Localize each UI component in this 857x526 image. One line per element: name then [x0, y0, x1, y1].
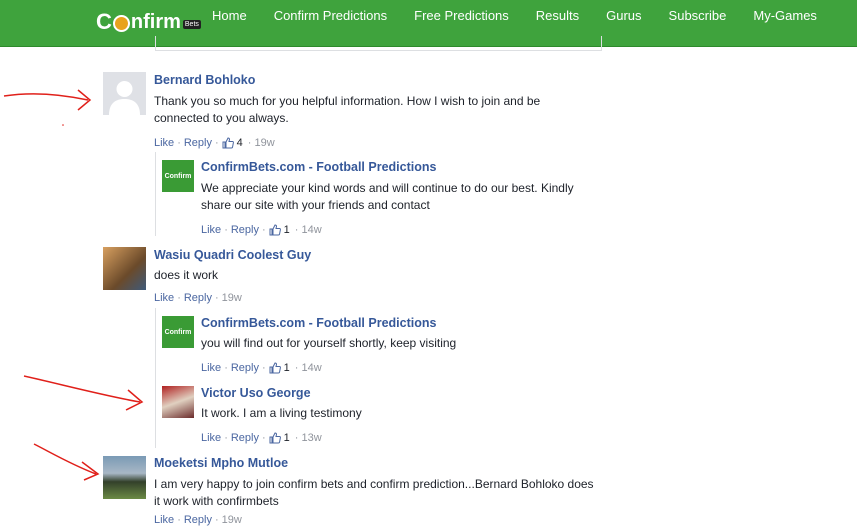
comment-actions: Like · Reply · 1 · 13w	[201, 432, 322, 444]
reply-link[interactable]: Reply	[231, 224, 259, 236]
thumbs-up-icon	[269, 362, 281, 374]
avatar[interactable]: Confirm	[162, 160, 194, 192]
comment-text: you will find out for yourself shortly, …	[201, 336, 457, 350]
reply-link[interactable]: Reply	[231, 432, 259, 444]
timestamp: 19w	[221, 292, 242, 304]
comment-box-edge	[155, 36, 602, 51]
main-menu: Home Confirm Predictions Free Prediction…	[212, 0, 844, 34]
thumbs-up-icon	[269, 432, 281, 444]
like-link[interactable]: Like	[201, 224, 221, 236]
nav-gurus[interactable]: Gurus	[606, 0, 641, 34]
comment-text: Thank you so much for you helpful inform…	[154, 94, 541, 125]
reply-thread-line	[155, 308, 156, 448]
annotation-arrow	[33, 443, 100, 481]
site-logo[interactable]: Cnfirm Bets	[96, 9, 201, 34]
comment-actions: Like · Reply · 1 · 14w	[201, 224, 322, 236]
avatar[interactable]	[103, 456, 146, 499]
nav-results[interactable]: Results	[536, 0, 579, 34]
reply-link[interactable]: Reply	[231, 362, 259, 374]
like-link[interactable]: Like	[154, 292, 174, 304]
reply-link[interactable]: Reply	[184, 514, 212, 526]
like-count: 1	[283, 432, 290, 444]
comment-text: It work. I am a living testimony	[201, 406, 362, 420]
timestamp: 14w	[301, 224, 322, 236]
comment-text: I am very happy to join confirm bets and…	[154, 477, 594, 508]
logo-letter: C	[96, 9, 112, 34]
timestamp: 13w	[301, 432, 322, 444]
comment-actions: Like · Reply · 4 · 19w	[154, 137, 275, 149]
comment-author[interactable]: ConfirmBets.com - Football Predictions	[201, 316, 436, 330]
avatar[interactable]	[103, 247, 146, 290]
nav-my-games[interactable]: My-Games	[753, 0, 817, 34]
reply-thread-line	[155, 152, 156, 236]
timestamp: 19w	[221, 514, 242, 526]
nav-subscribe[interactable]: Subscribe	[669, 0, 727, 34]
avatar[interactable]: Confirm	[162, 316, 194, 348]
logo-text: nfirm	[130, 10, 181, 33]
like-count: 1	[283, 224, 290, 236]
comment-author[interactable]: Wasiu Quadri Coolest Guy	[154, 248, 311, 262]
comment-author[interactable]: Moeketsi Mpho Mutloe	[154, 456, 288, 470]
comment-actions: Like · Reply · 19w	[154, 292, 242, 304]
annotation-arrow	[3, 89, 92, 126]
nav-home[interactable]: Home	[212, 0, 247, 34]
comment-actions: Like · Reply · 1 · 14w	[201, 362, 322, 374]
default-user-icon	[103, 72, 146, 115]
comment-text: does it work	[154, 268, 219, 282]
nav-confirm-predictions[interactable]: Confirm Predictions	[274, 0, 387, 34]
thumbs-up-icon	[222, 137, 234, 149]
logo-tag: Bets	[182, 19, 201, 29]
comment-author[interactable]: Bernard Bohloko	[154, 73, 255, 87]
comment-text: We appreciate your kind words and will c…	[201, 181, 574, 212]
reply-link[interactable]: Reply	[184, 137, 212, 149]
reply-link[interactable]: Reply	[184, 292, 212, 304]
nav-free-predictions[interactable]: Free Predictions	[414, 0, 509, 34]
like-link[interactable]: Like	[154, 514, 174, 526]
like-link[interactable]: Like	[201, 362, 221, 374]
comment-author[interactable]: Victor Uso George	[201, 386, 311, 400]
confirmbets-logo: Confirm	[162, 316, 194, 348]
like-count: 1	[283, 362, 290, 374]
avatar[interactable]	[162, 386, 194, 418]
timestamp: 14w	[301, 362, 322, 374]
annotation-arrow	[23, 375, 144, 411]
like-count: 4	[236, 137, 243, 149]
thumbs-up-icon	[269, 224, 281, 236]
avatar[interactable]	[103, 72, 146, 115]
like-link[interactable]: Like	[201, 432, 221, 444]
confirmbets-logo: Confirm	[162, 160, 194, 192]
comment-author[interactable]: ConfirmBets.com - Football Predictions	[201, 160, 436, 174]
comment-actions: Like · Reply · 19w	[154, 514, 242, 526]
football-icon	[112, 14, 130, 32]
timestamp: 19w	[254, 137, 275, 149]
like-link[interactable]: Like	[154, 137, 174, 149]
